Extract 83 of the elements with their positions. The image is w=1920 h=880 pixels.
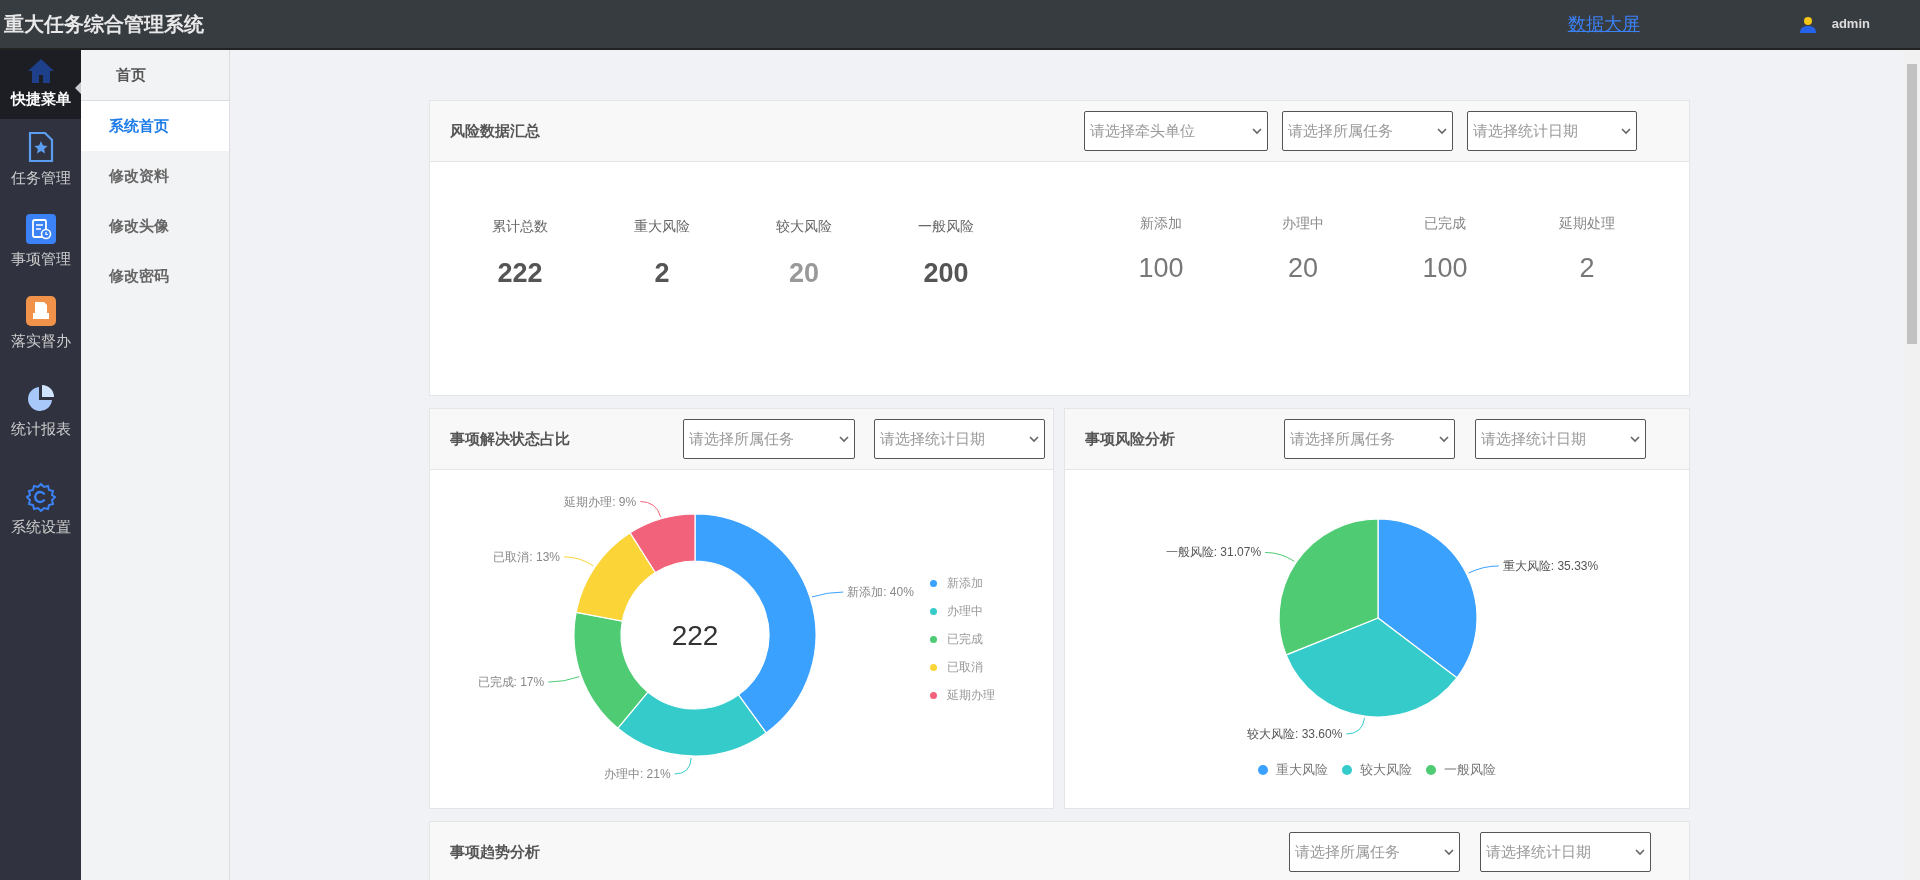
submenu-item[interactable]: 修改头像 xyxy=(81,201,229,251)
stat-value: 100 xyxy=(1138,252,1184,285)
select-field[interactable]: 请选择所属任务 xyxy=(1289,832,1460,872)
stat-label: 已完成 xyxy=(1424,214,1466,233)
slice-label: 一般风险: 31.07% xyxy=(1165,545,1262,560)
chevron-down-icon xyxy=(839,435,849,443)
chevron-down-icon xyxy=(1029,435,1039,443)
card-title: 事项风险分析 xyxy=(1085,428,1175,449)
leader-line xyxy=(674,757,692,775)
stat-value: 20 xyxy=(788,257,819,290)
select-field[interactable]: 请选择所属任务 xyxy=(1282,111,1453,151)
slice-label: 延期办理: 9% xyxy=(564,494,637,509)
stat-label: 累计总数 xyxy=(492,217,548,236)
stat-label: 一般风险 xyxy=(918,217,974,236)
legend-label: 一般风险 xyxy=(1444,761,1496,779)
submenu-item[interactable]: 系统首页 xyxy=(81,101,229,151)
leader-line xyxy=(547,676,580,683)
slice-label: 已取消: 13% xyxy=(493,549,561,564)
select-field[interactable]: 请选择统计日期 xyxy=(1480,832,1651,872)
sidebar-item[interactable]: 事项管理 xyxy=(0,201,81,283)
chevron-down-icon xyxy=(1621,127,1631,135)
home-icon xyxy=(26,58,55,85)
slice-label: 办理中: 21% xyxy=(603,766,671,781)
slice-label: 已完成: 17% xyxy=(477,675,545,690)
legend-label: 重大风险 xyxy=(1276,761,1328,779)
chevron-down-icon xyxy=(1444,848,1454,856)
sidebar-item[interactable]: 快捷菜单 xyxy=(0,50,81,119)
submenu-item[interactable]: 修改密码 xyxy=(81,251,229,301)
leader-line xyxy=(1345,717,1365,735)
leader-line xyxy=(811,591,844,598)
app-title: 重大任务综合管理系统 xyxy=(4,12,204,37)
select-field[interactable]: 请选择牵头单位 xyxy=(1084,111,1268,151)
sidebar-item[interactable]: 落实督办 xyxy=(0,283,81,365)
sidebar-item[interactable]: 统计报表 xyxy=(0,365,81,460)
slice-label: 新添加: 40% xyxy=(847,585,914,600)
stat-label: 重大风险 xyxy=(634,217,690,236)
select-field[interactable]: 请选择所属任务 xyxy=(1284,419,1455,459)
card-title: 事项解决状态占比 xyxy=(450,428,570,449)
sidebar-item[interactable]: 系统设置 xyxy=(0,460,81,560)
select-field[interactable]: 请选择统计日期 xyxy=(1467,111,1637,151)
slice-label: 较大风险: 33.60% xyxy=(1247,726,1343,741)
chevron-down-icon xyxy=(1630,435,1640,443)
stat-value: 200 xyxy=(923,257,969,290)
stat-value: 222 xyxy=(497,257,543,290)
slice-label: 重大风险: 35.33% xyxy=(1502,558,1599,573)
legend-label: 较大风险 xyxy=(1360,761,1412,779)
submenu-item[interactable]: 修改资料 xyxy=(81,151,229,201)
legend-label: 新添加 xyxy=(947,575,983,592)
stat-label: 新添加 xyxy=(1140,214,1182,233)
card-title: 事项趋势分析 xyxy=(450,841,540,862)
legend-label: 延期办理 xyxy=(947,687,995,704)
dashboard-link[interactable]: 数据大屏 xyxy=(1567,10,1640,38)
stat-value: 100 xyxy=(1422,252,1468,285)
inbox-document-icon xyxy=(25,295,56,326)
leader-line xyxy=(1264,551,1295,562)
stat-value: 2 xyxy=(1579,252,1595,285)
stat-label: 较大风险 xyxy=(776,217,832,236)
document-star-icon xyxy=(27,130,54,163)
select-field[interactable]: 请选择统计日期 xyxy=(874,419,1045,459)
select-field[interactable]: 请选择所属任务 xyxy=(683,419,855,459)
select-field[interactable]: 请选择统计日期 xyxy=(1475,419,1646,459)
leader-line xyxy=(563,556,594,567)
card-title: 风险数据汇总 xyxy=(450,120,540,141)
leader-line xyxy=(639,501,662,518)
chevron-down-icon xyxy=(1635,848,1645,856)
user-icon xyxy=(1799,15,1816,33)
legend-label: 办理中 xyxy=(947,603,983,620)
legend-label: 已取消 xyxy=(947,659,983,676)
stat-label: 延期处理 xyxy=(1559,214,1615,233)
stat-value: 2 xyxy=(654,257,670,290)
stat-label: 办理中 xyxy=(1282,214,1324,233)
chevron-down-icon xyxy=(1437,127,1447,135)
stat-value: 20 xyxy=(1287,252,1318,285)
scrollbar-thumb[interactable] xyxy=(1906,64,1917,344)
leader-line xyxy=(1467,565,1500,574)
username: admin xyxy=(1831,15,1870,34)
center-total: 222 xyxy=(671,620,719,651)
chevron-down-icon xyxy=(1439,435,1449,443)
sidebar-item[interactable]: 任务管理 xyxy=(0,119,81,201)
document-clock-icon xyxy=(25,213,56,244)
chevron-down-icon xyxy=(1252,127,1262,135)
legend-label: 已完成 xyxy=(947,631,983,648)
settings-icon xyxy=(25,481,56,512)
